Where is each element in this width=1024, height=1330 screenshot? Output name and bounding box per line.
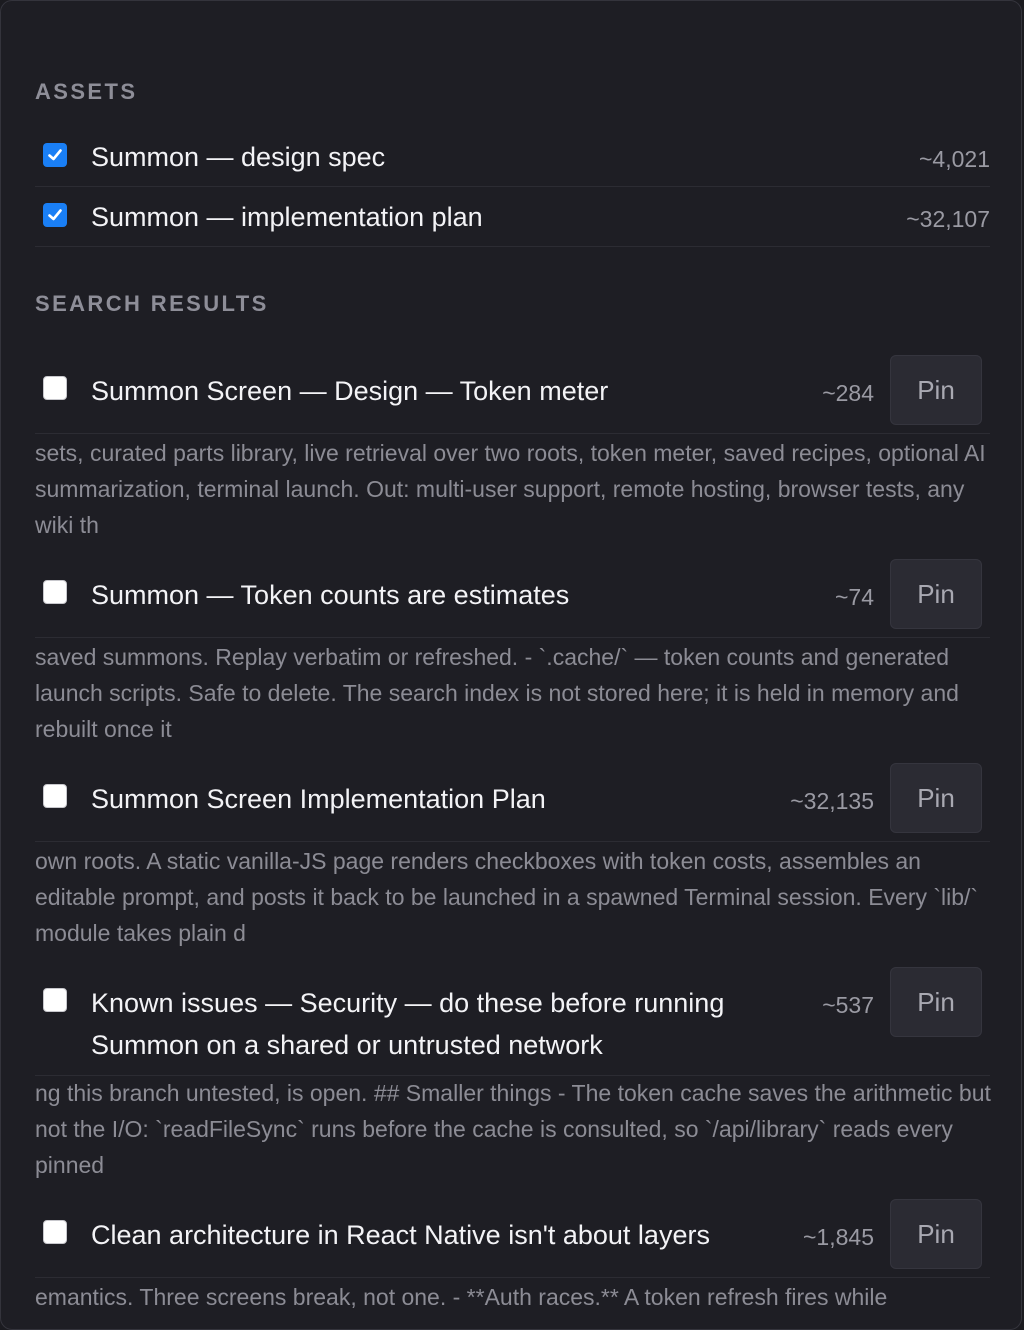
- result-title-line-1: Known issues — Security — do these befor…: [91, 988, 725, 1018]
- asset-token-count: ~32,107: [906, 206, 990, 232]
- search-result-row[interactable]: Summon — Token counts are estimates ~74 …: [35, 553, 990, 638]
- assets-heading: ASSETS: [35, 79, 138, 104]
- result-title-line-2: Summon on a shared or untrusted network: [91, 1030, 603, 1060]
- result-snippet: emantics. Three screens break, not one. …: [35, 1284, 888, 1310]
- search-result-row[interactable]: Known issues — Security — do these befor…: [35, 961, 990, 1076]
- asset-token-count: ~4,021: [919, 146, 990, 172]
- result-snippet: own roots. A static vanilla-JS page rend…: [35, 848, 979, 946]
- pin-button[interactable]: Pin: [890, 1199, 982, 1269]
- result-snippet: ng this branch untested, is open. ## Sma…: [35, 1080, 991, 1178]
- result-checkbox[interactable]: [43, 1220, 67, 1244]
- result-snippet: saved summons. Replay verbatim or refres…: [35, 644, 959, 742]
- asset-row[interactable]: Summon — design spec ~4,021: [35, 127, 990, 187]
- search-result-row[interactable]: Summon Screen Implementation Plan ~32,13…: [35, 757, 990, 842]
- result-checkbox[interactable]: [43, 988, 67, 1012]
- result-token-count: ~74: [834, 584, 874, 610]
- checkmark-icon: [48, 149, 62, 161]
- pin-button[interactable]: Pin: [890, 967, 982, 1037]
- result-token-count: ~537: [822, 992, 874, 1018]
- result-token-count: ~32,135: [790, 788, 874, 814]
- result-token-count: ~1,845: [803, 1224, 874, 1250]
- asset-row[interactable]: Summon — implementation plan ~32,107: [35, 187, 990, 247]
- result-title: Summon Screen Implementation Plan: [91, 784, 546, 814]
- result-title: Clean architecture in React Native isn't…: [91, 1220, 710, 1250]
- asset-checkbox-checked[interactable]: [43, 203, 67, 227]
- result-token-count: ~284: [822, 380, 874, 406]
- result-checkbox[interactable]: [43, 784, 67, 808]
- pin-button[interactable]: Pin: [890, 559, 982, 629]
- result-checkbox[interactable]: [43, 376, 67, 400]
- asset-title: Summon — implementation plan: [91, 202, 483, 232]
- checkmark-icon: [48, 209, 62, 221]
- result-checkbox[interactable]: [43, 580, 67, 604]
- asset-title: Summon — design spec: [91, 142, 386, 172]
- result-snippet: sets, curated parts library, live retrie…: [35, 440, 986, 538]
- search-result-row[interactable]: Clean architecture in React Native isn't…: [35, 1193, 990, 1278]
- pin-button[interactable]: Pin: [890, 763, 982, 833]
- result-title: Summon — Token counts are estimates: [91, 580, 570, 610]
- search-result-row[interactable]: Summon Screen — Design — Token meter ~28…: [35, 349, 990, 434]
- result-title: Summon Screen — Design — Token meter: [91, 376, 609, 406]
- asset-checkbox-checked[interactable]: [43, 143, 67, 167]
- search-results-heading: SEARCH RESULTS: [35, 291, 269, 316]
- pin-button[interactable]: Pin: [890, 355, 982, 425]
- summon-panel: ASSETS Summon — design spec ~4,021 Summo…: [0, 0, 1022, 1330]
